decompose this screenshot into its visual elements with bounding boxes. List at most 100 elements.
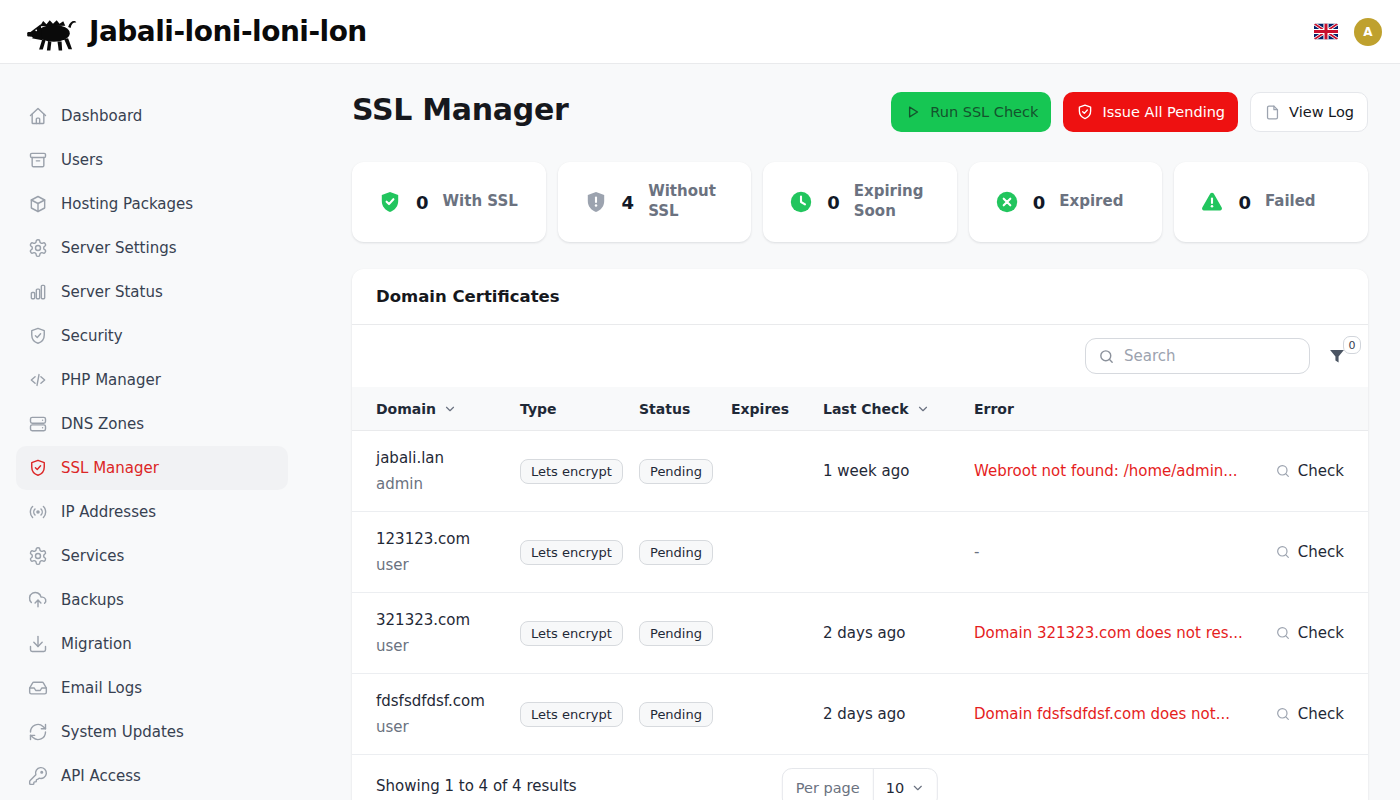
top-bar: Jabali-loni-loni-lon A — [0, 0, 1400, 64]
issue-all-pending-button[interactable]: Issue All Pending — [1063, 92, 1238, 132]
bar-chart-icon — [28, 282, 48, 302]
chevron-down-icon — [911, 781, 925, 795]
avatar[interactable]: A — [1354, 18, 1382, 46]
x-circle-fill-icon — [995, 190, 1019, 214]
sidebar-item-users[interactable]: Users — [16, 138, 288, 182]
cell-error: Domain 321323.com does not res... — [974, 624, 1276, 642]
cell-domain: fdsfsdfdsf.com — [376, 692, 520, 710]
sidebar-item-services[interactable]: Services — [16, 534, 288, 578]
clock-fill-icon — [789, 190, 813, 214]
shield-check-icon — [1076, 103, 1094, 121]
sidebar-item-hosting-packages[interactable]: Hosting Packages — [16, 182, 288, 226]
run-ssl-check-button[interactable]: Run SSL Check — [891, 92, 1051, 132]
stat-card: 0 With SSL — [352, 162, 546, 242]
cell-user: user — [376, 637, 520, 655]
panel-title: Domain Certificates — [376, 287, 560, 306]
type-badge: Lets encrypt — [520, 621, 623, 646]
per-page-label: Per page — [783, 769, 874, 800]
shield-check-icon — [28, 326, 48, 346]
sidebar-item-server-settings[interactable]: Server Settings — [16, 226, 288, 270]
column-header-last-check[interactable]: Last Check — [823, 401, 974, 417]
sidebar-item-dashboard[interactable]: Dashboard — [16, 94, 288, 138]
type-badge: Lets encrypt — [520, 540, 623, 565]
check-button[interactable]: Check — [1275, 462, 1344, 480]
per-page-select[interactable]: Per page 10 — [782, 768, 938, 800]
cell-last-check: 2 days ago — [823, 624, 974, 642]
column-header-type[interactable]: Type — [520, 401, 639, 417]
status-badge: Pending — [639, 702, 713, 727]
stat-label: Expired — [1059, 192, 1123, 212]
brand-title: Jabali-loni-loni-lon — [89, 15, 367, 48]
sidebar-item-backups[interactable]: Backups — [16, 578, 288, 622]
results-summary: Showing 1 to 4 of 4 results — [376, 777, 577, 795]
table-row: jabali.lan admin Lets encrypt Pending 1 … — [352, 431, 1368, 512]
check-button[interactable]: Check — [1275, 705, 1344, 723]
stats-cards: 0 With SSL 4 Without SSL 0 Expiring Soon… — [352, 162, 1368, 242]
sidebar-item-api-access[interactable]: API Access — [16, 754, 288, 798]
package-icon — [28, 194, 48, 214]
sidebar-item-migration[interactable]: Migration — [16, 622, 288, 666]
view-log-button[interactable]: View Log — [1250, 92, 1368, 132]
cell-domain: 321323.com — [376, 611, 520, 629]
main-content: SSL Manager Run SSL Check Issue All Pend… — [304, 64, 1400, 800]
sidebar-item-system-updates[interactable]: System Updates — [16, 710, 288, 754]
status-badge: Pending — [639, 540, 713, 565]
sidebar-item-email-logs[interactable]: Email Logs — [16, 666, 288, 710]
filter-button[interactable]: 0 — [1328, 347, 1346, 365]
check-button[interactable]: Check — [1275, 624, 1344, 642]
magnifier-icon — [1275, 544, 1291, 560]
cell-error: - — [974, 543, 1276, 561]
stat-value: 0 — [1238, 192, 1251, 213]
stat-label: Expiring Soon — [854, 182, 941, 222]
stat-card: 0 Failed — [1174, 162, 1368, 242]
stat-value: 0 — [1033, 192, 1046, 213]
gear-icon — [28, 546, 48, 566]
sidebar-item-ssl-manager[interactable]: SSL Manager — [16, 446, 288, 490]
stat-value: 4 — [622, 192, 635, 213]
play-icon — [904, 103, 922, 121]
column-header-status[interactable]: Status — [639, 401, 731, 417]
cell-domain: jabali.lan — [376, 449, 520, 467]
sidebar-item-dns-zones[interactable]: DNS Zones — [16, 402, 288, 446]
search-input[interactable] — [1085, 338, 1310, 374]
language-flag-icon[interactable] — [1314, 23, 1338, 40]
type-badge: Lets encrypt — [520, 702, 623, 727]
check-button[interactable]: Check — [1275, 543, 1344, 561]
sidebar-item-ip-addresses[interactable]: IP Addresses — [16, 490, 288, 534]
status-badge: Pending — [639, 621, 713, 646]
cell-error: Domain fdsfsdfdsf.com does not... — [974, 705, 1276, 723]
key-icon — [28, 766, 48, 786]
per-page-value: 10 — [886, 780, 904, 796]
server-icon — [28, 414, 48, 434]
table-row: 321323.com user Lets encrypt Pending 2 d… — [352, 593, 1368, 674]
stat-card: 0 Expired — [969, 162, 1163, 242]
magnifier-icon — [1275, 463, 1291, 479]
download-icon — [28, 634, 48, 654]
shield-check-fill-icon — [378, 190, 402, 214]
search-icon — [1098, 348, 1115, 365]
sidebar-item-php-manager[interactable]: PHP Manager — [16, 358, 288, 402]
cell-last-check: 1 week ago — [823, 462, 974, 480]
table-header: Domain Type Status Expires Last Check Er… — [352, 387, 1368, 431]
cloud-upload-icon — [28, 590, 48, 610]
sidebar-item-security[interactable]: Security — [16, 314, 288, 358]
table-row: fdsfsdfdsf.com user Lets encrypt Pending… — [352, 674, 1368, 755]
table-footer: Showing 1 to 4 of 4 results Per page 10 — [352, 755, 1368, 800]
gear-icon — [28, 238, 48, 258]
sidebar-item-server-status[interactable]: Server Status — [16, 270, 288, 314]
radio-icon — [28, 502, 48, 522]
column-header-expires[interactable]: Expires — [731, 401, 823, 417]
triangle-alert-fill-icon — [1200, 190, 1224, 214]
type-badge: Lets encrypt — [520, 459, 623, 484]
column-header-domain[interactable]: Domain — [376, 401, 520, 417]
cell-user: user — [376, 556, 520, 574]
inbox-icon — [28, 678, 48, 698]
magnifier-icon — [1275, 706, 1291, 722]
cell-user: admin — [376, 475, 520, 493]
sidebar: Dashboard Users Hosting Packages Server … — [0, 64, 304, 800]
magnifier-icon — [1275, 625, 1291, 641]
cell-user: user — [376, 718, 520, 736]
stat-value: 0 — [416, 192, 429, 213]
boar-logo-icon — [26, 11, 80, 53]
cell-domain: 123123.com — [376, 530, 520, 548]
